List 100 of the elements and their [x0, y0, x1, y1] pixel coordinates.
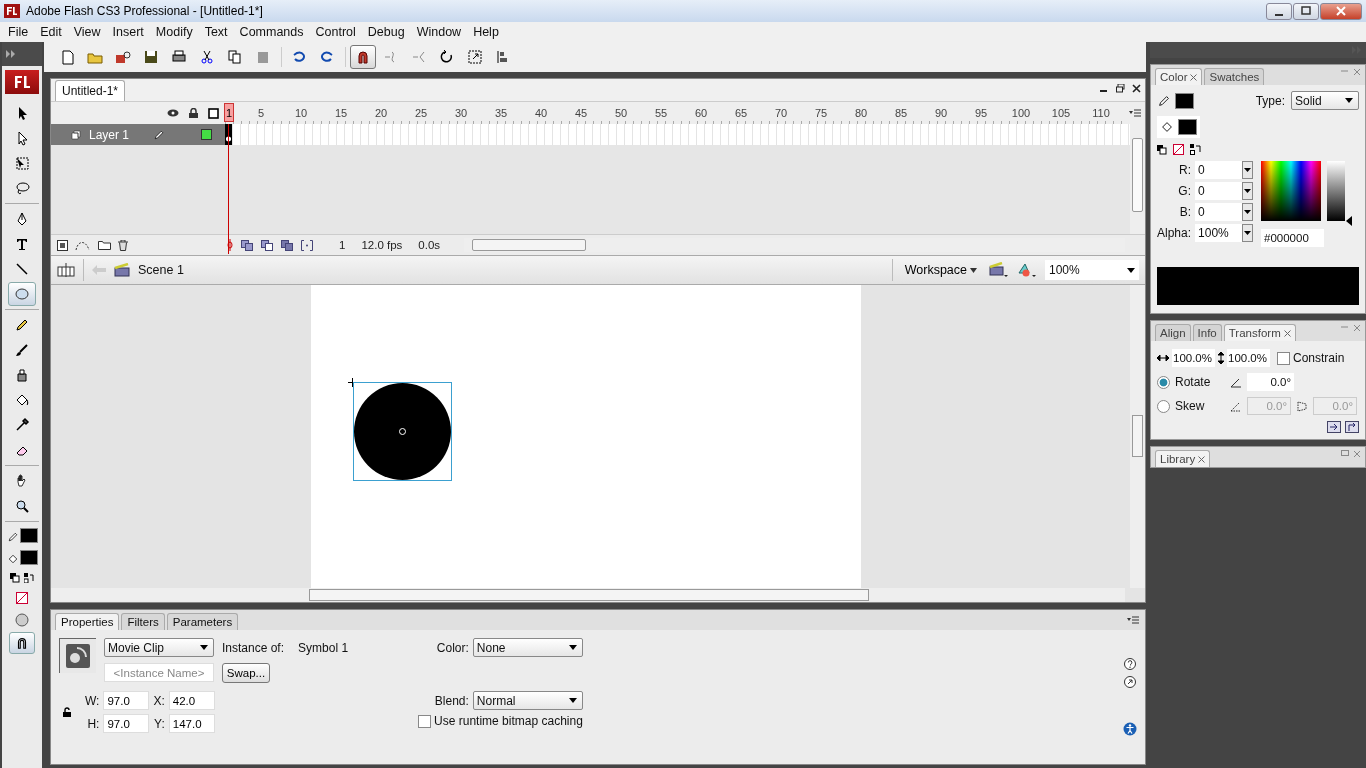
no-color-icon[interactable]: [16, 592, 28, 604]
edit-multiple-frames-icon[interactable]: [281, 239, 293, 251]
fill-color-control[interactable]: [1157, 116, 1200, 138]
snap-button[interactable]: [9, 632, 35, 654]
timeline-toggle-icon[interactable]: [57, 262, 75, 278]
panel-menu-icon[interactable]: [1129, 109, 1141, 117]
menu-item[interactable]: Edit: [34, 25, 68, 39]
color-spectrum[interactable]: [1261, 161, 1322, 221]
panel-tab[interactable]: Properties: [55, 613, 120, 630]
no-color-icon[interactable]: [1173, 144, 1184, 155]
scale-height-field[interactable]: 100.0%: [1227, 349, 1270, 367]
dimension-field[interactable]: 97.0: [103, 691, 150, 710]
copy-transform-icon[interactable]: [1327, 421, 1341, 433]
panel-tab[interactable]: Info: [1192, 324, 1222, 341]
movie-clip-instance[interactable]: [353, 382, 452, 481]
menu-item[interactable]: Window: [410, 25, 468, 39]
layer-row[interactable]: Layer 1: [51, 124, 225, 145]
slider-handle[interactable]: [1346, 216, 1353, 226]
toolbar-button[interactable]: [350, 45, 376, 69]
panel-tab[interactable]: Parameters: [166, 613, 239, 630]
field-label: Y:: [153, 716, 165, 731]
edit-arrow-icon[interactable]: [1124, 676, 1136, 688]
panel-tab[interactable]: Color: [1155, 68, 1203, 85]
playhead[interactable]: 1: [224, 103, 234, 122]
dimension-field[interactable]: 42.0: [168, 691, 215, 710]
panel-tab[interactable]: Align: [1155, 324, 1191, 341]
menu-item[interactable]: File: [2, 25, 35, 39]
bitmap-caching-checkbox[interactable]: Use runtime bitmap caching: [418, 714, 583, 728]
checkbox[interactable]: [418, 714, 432, 728]
panel-tab[interactable]: Filters: [121, 613, 165, 630]
menu-item[interactable]: Insert: [106, 25, 150, 39]
channel-field[interactable]: 0: [1195, 182, 1254, 200]
onion-skin-icon[interactable]: [241, 239, 253, 251]
center-frame-icon[interactable]: [227, 239, 233, 251]
menu-item[interactable]: Text: [198, 25, 234, 39]
frame-number: 25: [413, 106, 429, 120]
menu-item[interactable]: Control: [309, 25, 362, 39]
angle-field[interactable]: 0.0°: [1247, 373, 1294, 391]
color-effect-dropdown[interactable]: None: [472, 638, 583, 657]
blend-dropdown[interactable]: Normal: [472, 691, 583, 710]
channel-field[interactable]: 0: [1195, 161, 1254, 179]
document-tab[interactable]: Untitled-1*: [55, 80, 126, 101]
zoom-dropdown[interactable]: 100%: [1045, 260, 1139, 280]
menu-item[interactable]: Debug: [361, 25, 411, 39]
swap-button[interactable]: Swap...: [222, 663, 270, 683]
maximize-button[interactable]: [1293, 2, 1319, 20]
lock-icon[interactable]: [63, 707, 71, 717]
workspace-menu[interactable]: Workspace: [900, 263, 981, 277]
expand-icon[interactable]: [6, 50, 16, 58]
motion-guide-icon[interactable]: [75, 239, 91, 251]
accessibility-icon[interactable]: [1123, 722, 1137, 736]
stroke-color-swatch[interactable]: [19, 528, 38, 543]
edit-symbols-icon[interactable]: [1017, 262, 1037, 278]
menu-item[interactable]: View: [67, 25, 107, 39]
fill-type-dropdown[interactable]: Solid: [1291, 91, 1359, 110]
swap-colors-icon[interactable]: [24, 573, 34, 583]
vertical-scrollbar[interactable]: [1130, 285, 1145, 588]
reset-icon[interactable]: [1345, 421, 1359, 433]
default-colors-icon[interactable]: [1157, 144, 1167, 155]
stroke-color-swatch[interactable]: [1175, 92, 1194, 109]
channel-field[interactable]: 100%: [1195, 224, 1254, 242]
radio-button[interactable]: [1157, 375, 1170, 389]
vertical-scrollbar[interactable]: [1130, 124, 1145, 234]
menu-item[interactable]: Modify: [149, 25, 199, 39]
close-button[interactable]: [1320, 2, 1362, 20]
onion-outline-icon[interactable]: [261, 239, 273, 251]
new-layer-icon[interactable]: [57, 239, 68, 251]
menu-item[interactable]: Commands: [233, 25, 310, 39]
onion-markers-icon[interactable]: [301, 239, 313, 251]
help-icon[interactable]: [1124, 658, 1136, 670]
menu-item[interactable]: Help: [467, 25, 505, 39]
swap-colors-icon[interactable]: [1190, 144, 1202, 155]
scale-width-field[interactable]: 100.0%: [1172, 349, 1215, 367]
minimize-button[interactable]: [1266, 2, 1292, 20]
constrain-checkbox[interactable]: [1277, 351, 1290, 365]
dimension-field[interactable]: 97.0: [103, 714, 150, 733]
trash-icon[interactable]: [118, 239, 128, 251]
hex-field[interactable]: #000000: [1261, 229, 1325, 247]
dimension-field[interactable]: 147.0: [168, 714, 215, 733]
instance-name-field[interactable]: <Instance Name>: [104, 663, 214, 682]
default-colors-icon[interactable]: [10, 573, 20, 583]
pencil-icon: [14, 317, 30, 333]
fill-color-swatch[interactable]: [19, 550, 38, 565]
panel-tab[interactable]: Transform: [1223, 324, 1296, 341]
panel-menu-icon[interactable]: [1127, 616, 1139, 624]
radio-button[interactable]: [1157, 399, 1170, 413]
restore-icon[interactable]: [1116, 84, 1125, 93]
object-drawing-icon[interactable]: [15, 613, 29, 627]
channel-field[interactable]: 0: [1195, 203, 1254, 221]
outline-icon[interactable]: [208, 107, 219, 119]
panel-tab[interactable]: Swatches: [1204, 68, 1265, 85]
symbol-type-dropdown[interactable]: Movie Clip: [104, 638, 214, 657]
close-icon[interactable]: [1132, 84, 1141, 93]
edit-scene-icon[interactable]: [989, 262, 1009, 278]
horizontal-scrollbar[interactable]: [51, 588, 1125, 602]
layer-color-square[interactable]: [201, 129, 212, 140]
panel-tab[interactable]: Library: [1155, 450, 1211, 467]
lock-icon[interactable]: [189, 108, 198, 118]
folder-icon[interactable]: [98, 239, 111, 250]
eye-icon[interactable]: [167, 109, 179, 117]
